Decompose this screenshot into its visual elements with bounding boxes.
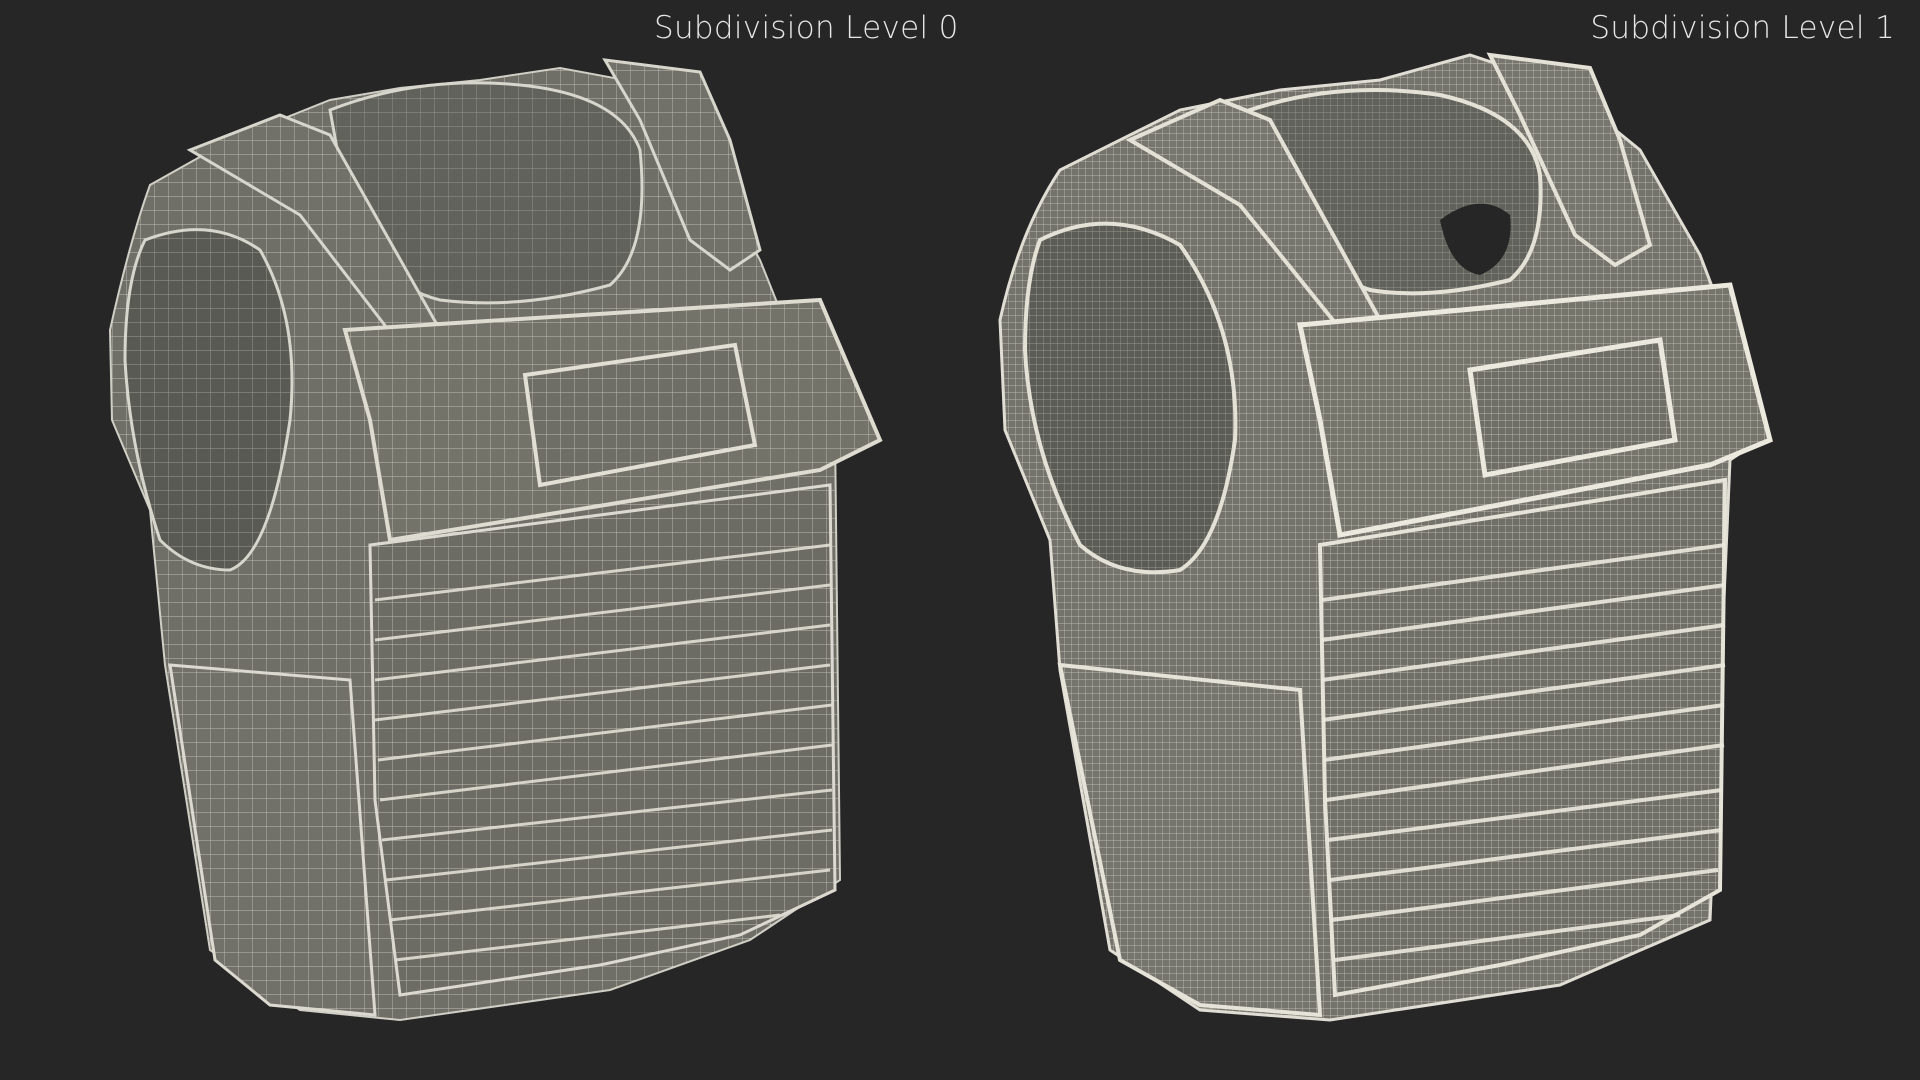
viewport-render <box>108 52 1773 1022</box>
vest-level-1 <box>998 52 1773 1022</box>
vest-level-0 <box>108 58 883 1022</box>
